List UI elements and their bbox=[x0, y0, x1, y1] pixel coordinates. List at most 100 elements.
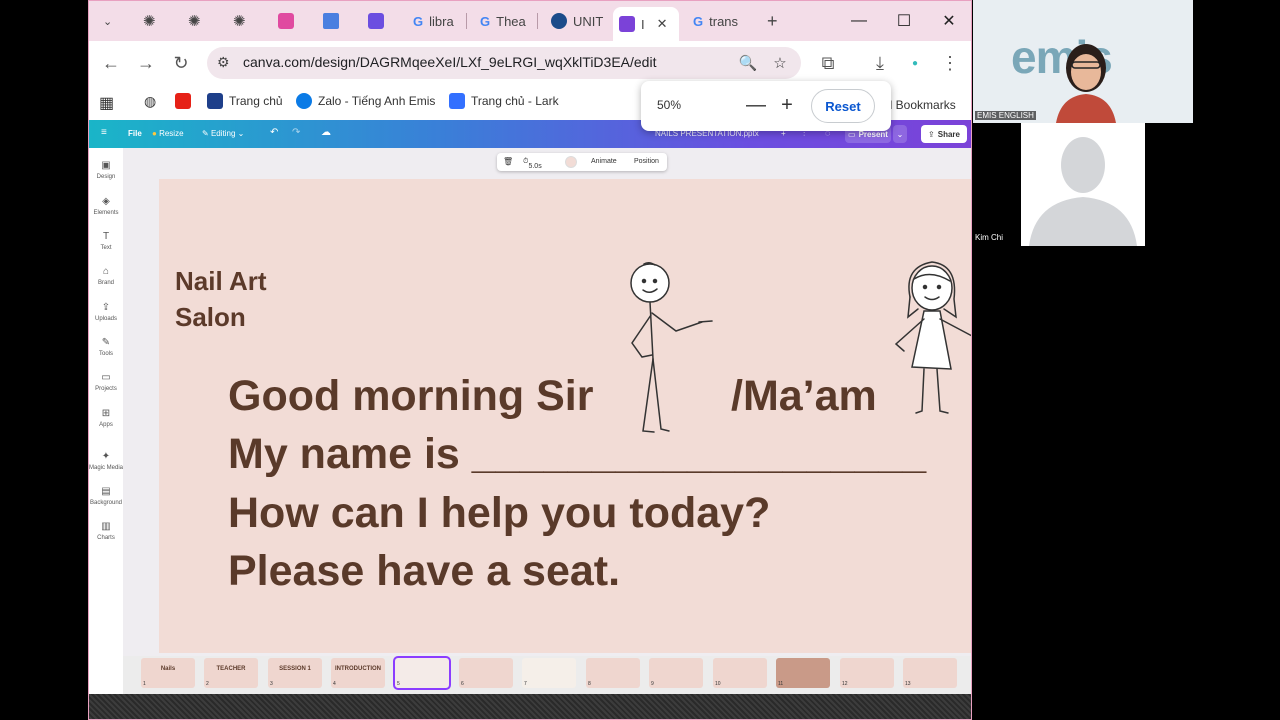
greeting-line[interactable]: Good morning Sir bbox=[228, 372, 593, 421]
rail-elements[interactable]: ◈ Elements bbox=[89, 196, 123, 216]
zoom-icon[interactable]: 🔍 bbox=[737, 53, 759, 73]
tab-canva-active[interactable]: I ✕ bbox=[613, 7, 679, 41]
slide-thumbnail[interactable]: 7 bbox=[522, 658, 576, 688]
slide-thumbnail[interactable]: TEACHER 2 bbox=[204, 658, 258, 688]
tab-chatgpt-1[interactable]: ✺ bbox=[137, 7, 162, 35]
bookmark-trang-chu[interactable]: Trang chủ bbox=[207, 93, 283, 109]
tab-figma[interactable] bbox=[272, 7, 300, 35]
tab-chatgpt-2[interactable]: ✺ bbox=[182, 7, 207, 35]
tab-google-thea[interactable]: G Thea bbox=[474, 7, 532, 35]
slide-thumbnail[interactable]: SESSION 13 bbox=[268, 658, 322, 688]
rail-tools[interactable]: ✎ Tools bbox=[89, 337, 123, 357]
stick-man-illustration[interactable] bbox=[619, 261, 729, 437]
pen-icon: ✎ bbox=[101, 337, 111, 348]
participant-name-label: Kim Chi bbox=[975, 233, 1004, 242]
slide-thumbnail[interactable]: 12 bbox=[840, 658, 894, 688]
apps-grid-icon[interactable]: ▦ bbox=[99, 93, 114, 113]
participant-name-label: EMIS ENGLISH bbox=[975, 111, 1036, 120]
seat-line[interactable]: Please have a seat. bbox=[228, 547, 620, 596]
trash-icon[interactable]: 🗑 bbox=[503, 157, 513, 166]
reload-button[interactable]: ↻ bbox=[169, 51, 193, 75]
slide-thumbnail[interactable]: 11 bbox=[776, 658, 830, 688]
slide-title[interactable]: Nail Art Salon bbox=[175, 263, 267, 335]
color-swatch[interactable] bbox=[565, 156, 577, 168]
google-icon: G bbox=[413, 13, 424, 29]
extensions-icon[interactable]: ⧉ bbox=[816, 51, 840, 75]
rail-apps[interactable]: ⊞ Apps bbox=[89, 408, 123, 428]
slide-canvas[interactable]: Nail Art Salon Good morning Sir /Ma’am M… bbox=[159, 179, 972, 653]
youtube-bookmark[interactable] bbox=[175, 93, 191, 109]
rail-magic-media[interactable]: ✦ Magic Media bbox=[89, 451, 123, 471]
address-bar[interactable]: ⚙ canva.com/design/DAGRMqeeXeI/LXf_9eLRG… bbox=[207, 47, 801, 79]
name-line[interactable]: My name is ___________________ bbox=[228, 430, 926, 479]
zoom-in-button[interactable]: + bbox=[775, 93, 799, 117]
bookmark-zalo[interactable]: Zalo - Tiếng Anh Emis bbox=[296, 93, 435, 109]
slide-thumbnail[interactable]: 8 bbox=[586, 658, 640, 688]
tab-canva-1[interactable] bbox=[362, 7, 390, 35]
file-menu[interactable]: File bbox=[128, 129, 142, 138]
presenter-avatar bbox=[1056, 44, 1116, 123]
bookmark-lark[interactable]: Trang chủ - Lark bbox=[449, 93, 559, 109]
menu-icon[interactable]: ⋮ bbox=[938, 51, 962, 75]
video-tile-emis: emis EMIS ENGLISH bbox=[973, 0, 1193, 123]
tab-google-trans[interactable]: Gtrans bbox=[687, 7, 744, 35]
slide-filmstrip: Nails 1 TEACHER 2 SESSION 13 INTRODUCTION 4… bbox=[123, 656, 971, 694]
tab-unit[interactable]: UNIT bbox=[545, 7, 609, 35]
zoom-reset-button[interactable]: Reset bbox=[811, 89, 875, 123]
new-tab-button[interactable]: + bbox=[761, 7, 784, 35]
minimize-button[interactable]: — bbox=[845, 9, 873, 33]
profile-icon[interactable]: ● bbox=[903, 51, 927, 75]
back-button[interactable]: ← bbox=[99, 51, 123, 75]
hamburger-menu-icon[interactable]: ≡ bbox=[101, 127, 107, 138]
rail-design[interactable]: ▣ Design bbox=[89, 160, 123, 180]
position-button[interactable]: Position bbox=[634, 158, 659, 165]
background-icon: ▤ bbox=[101, 486, 111, 497]
help-line[interactable]: How can I help you today? bbox=[228, 489, 770, 538]
forward-button[interactable]: → bbox=[134, 51, 158, 75]
tab-docs[interactable] bbox=[317, 7, 345, 35]
youtube-icon bbox=[175, 93, 191, 109]
rail-projects[interactable]: ▭ Projects bbox=[89, 372, 123, 392]
rail-uploads[interactable]: ⇪ Uploads bbox=[89, 302, 123, 322]
animate-button[interactable]: Animate bbox=[591, 158, 617, 165]
chatgpt-icon: ✺ bbox=[143, 13, 156, 30]
rail-text[interactable]: T Text bbox=[89, 231, 123, 251]
duration-button[interactable]: ⏱ 5.0s bbox=[523, 158, 542, 170]
design-icon: ▣ bbox=[101, 160, 111, 171]
upload-icon: ⇪ bbox=[101, 302, 111, 313]
slide-thumbnail[interactable]: Nails 1 bbox=[141, 658, 195, 688]
stick-woman-illustration[interactable] bbox=[894, 259, 972, 419]
editing-mode-dropdown[interactable]: ✎ Editing ⌄ bbox=[202, 129, 244, 138]
zoom-out-button[interactable]: — bbox=[744, 93, 768, 117]
cloud-save-icon[interactable]: ☁ bbox=[321, 127, 331, 138]
google-icon: G bbox=[693, 13, 704, 29]
tab-chatgpt-3[interactable]: ✺ bbox=[227, 7, 252, 35]
tab-search-button[interactable]: ⌄ bbox=[97, 7, 118, 35]
present-options-icon[interactable]: ⌄ bbox=[893, 125, 907, 143]
center-icon bbox=[207, 93, 223, 109]
rail-charts[interactable]: ▥ Charts bbox=[89, 521, 123, 541]
tab-google-library[interactable]: Glibra bbox=[407, 7, 460, 35]
close-tab-icon[interactable]: ✕ bbox=[657, 16, 668, 32]
slide-thumbnail[interactable]: 9 bbox=[649, 658, 703, 688]
rail-background[interactable]: ▤ Background bbox=[89, 486, 123, 506]
maximize-button[interactable]: ☐ bbox=[890, 9, 918, 33]
site-info-icon[interactable]: ⚙ bbox=[217, 54, 230, 71]
resize-button[interactable]: ● Resize bbox=[152, 129, 184, 138]
close-window-button[interactable]: ✕ bbox=[935, 9, 963, 33]
bookmark-star-icon[interactable]: ☆ bbox=[769, 53, 791, 73]
share-button[interactable]: ⇪ Share bbox=[921, 125, 967, 143]
slide-thumbnail[interactable]: INTRODUCTION 4 bbox=[331, 658, 385, 688]
default-avatar-icon bbox=[1029, 137, 1137, 246]
undo-icon[interactable]: ↶ bbox=[270, 127, 278, 138]
slide-thumbnail[interactable]: 10 bbox=[713, 658, 767, 688]
greeting-line-maam[interactable]: /Ma’am bbox=[731, 372, 877, 421]
slide-thumbnail[interactable]: 6 bbox=[459, 658, 513, 688]
slide-thumbnail[interactable]: 13 bbox=[903, 658, 957, 688]
slide-thumbnail-selected[interactable]: 5 bbox=[393, 656, 451, 690]
globe-bookmark[interactable]: ◍ bbox=[144, 93, 156, 110]
rail-brand[interactable]: ⌂ Brand bbox=[89, 266, 123, 286]
crown-icon: ● bbox=[152, 129, 157, 138]
redo-icon[interactable]: ↷ bbox=[292, 127, 300, 138]
download-icon[interactable]: ⤓ bbox=[868, 51, 892, 75]
